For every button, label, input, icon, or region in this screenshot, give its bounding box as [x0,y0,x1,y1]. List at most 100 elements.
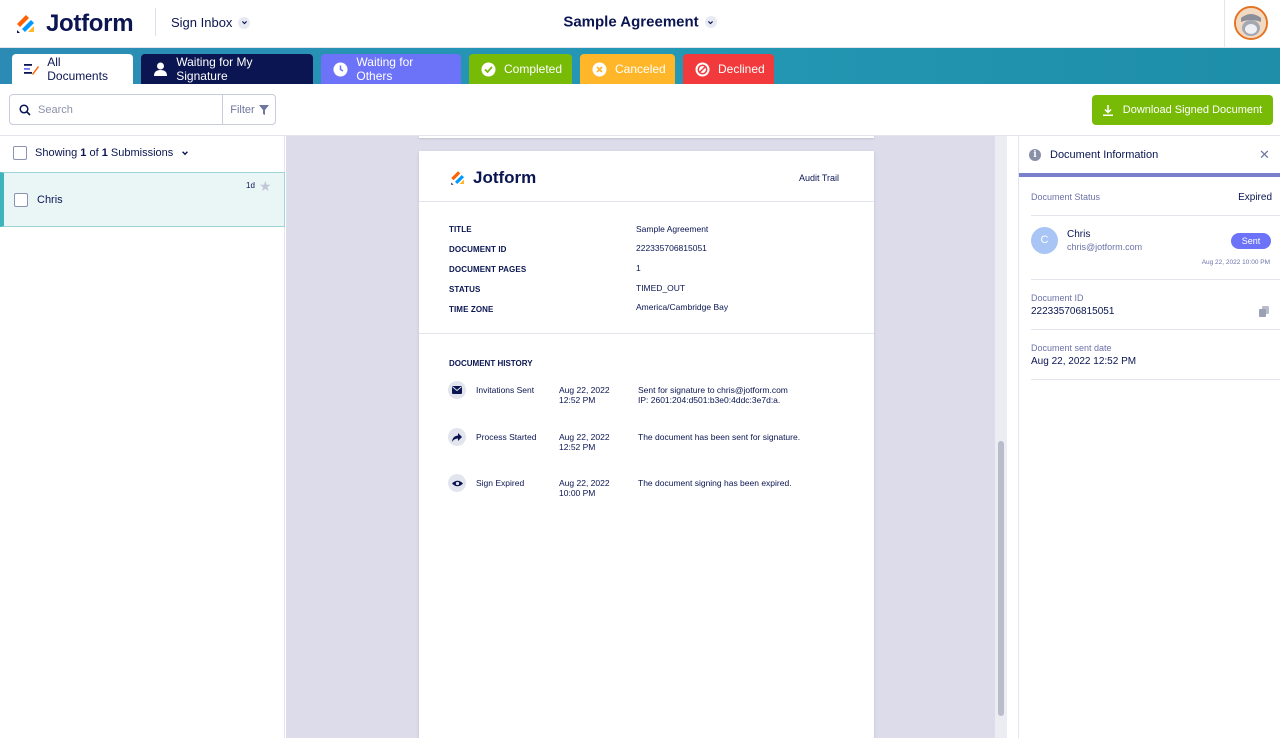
header-right-divider [1224,0,1225,48]
signer-avatar: C [1031,227,1058,254]
history-event: Process Started [476,432,537,442]
tab-label: Canceled [615,62,666,76]
submission-checkbox[interactable] [14,193,28,207]
x-circle-icon [592,61,607,77]
tab-label: Waiting for Others [356,55,414,83]
document-status-value: Expired [1238,192,1272,203]
download-signed-document-button[interactable]: Download Signed Document [1092,95,1273,125]
info-icon: i [1029,149,1041,161]
search-icon [19,103,31,121]
status-tabs-bar: All Documents Waiting for My Signature W… [0,48,1280,84]
chevron-down-icon [704,16,717,29]
tab-completed[interactable]: Completed [469,54,572,84]
document-sent-date-label: Document sent date [1031,343,1112,353]
document-sent-date-value: Aug 22, 2022 12:52 PM [1031,356,1137,367]
pen-list-icon [24,61,40,77]
submission-age: 1d [246,181,255,190]
document-title: Sample Agreement [563,13,699,31]
meta-value-document-pages: 1 [636,263,641,273]
envelope-icon [448,381,466,399]
ban-icon [695,61,710,77]
avatar-face-icon [1236,8,1266,38]
jotform-logo-icon [451,171,464,185]
filter-label: Filter [230,103,255,116]
previous-page [419,136,874,138]
toolbar: Filter Download Signed Document [0,84,1280,136]
search-input[interactable] [38,100,218,120]
divider [1031,279,1280,280]
signer-email: chris@jotform.com [1067,242,1143,252]
meta-label-time-zone: TIME ZONE [449,305,494,314]
audit-trail-page: Jotform Audit Trail TITLE Sample Agreeme… [419,151,874,738]
divider [419,201,874,202]
copy-icon[interactable] [1259,304,1269,322]
tab-all-documents[interactable]: All Documents [12,54,133,84]
header-accent-bar [1019,173,1280,177]
tab-label: All Documents [47,55,108,83]
document-information-panel: i Document Information ✕ Document Status… [1018,136,1280,738]
audit-trail-label: Audit Trail [799,173,840,183]
history-date: Aug 22, 2022 12:52 PM [559,385,610,405]
signer-date: Aug 22, 2022 10:00 PM [1201,259,1270,266]
funnel-icon [258,104,269,115]
tab-waiting-for-others[interactable]: Waiting for Others [321,54,461,84]
search-box: Filter [9,94,276,125]
tab-label: Completed [504,62,563,76]
meta-label-document-id: DOCUMENT ID [449,245,507,254]
document-id-value: 222335706815051 [1031,306,1115,317]
share-arrow-icon [448,428,466,446]
meta-label-status: STATUS [449,285,481,294]
document-status-label: Document Status [1031,192,1101,202]
meta-value-time-zone: America/Cambridge Bay [636,302,729,312]
history-event: Sign Expired [476,478,525,488]
info-panel-title: Document Information [1050,149,1159,161]
scrollbar-thumb[interactable] [998,441,1004,716]
download-icon [1102,104,1113,116]
filter-button[interactable]: Filter [222,95,276,124]
clock-icon [333,61,348,77]
page-logo-text: Jotform [473,168,537,187]
user-icon [153,61,168,77]
status-badge: Sent [1231,233,1271,249]
history-date: Aug 22, 2022 12:52 PM [559,432,610,452]
tab-waiting-for-my-signature[interactable]: Waiting for My Signature [141,54,313,84]
chevron-down-icon [182,151,189,156]
tab-label: Waiting for My Signature [176,55,253,83]
tab-label: Declined [718,62,765,76]
showing-submissions-dropdown[interactable]: Showing 1 of 1 Submissions [13,146,189,160]
document-title-dropdown[interactable]: Sample Agreement [0,13,1280,31]
history-description: Sent for signature to chris@jotform.com I… [638,385,788,405]
divider [1031,215,1280,216]
close-icon[interactable]: ✕ [1259,147,1270,163]
divider [1031,329,1280,330]
meta-label-document-pages: DOCUMENT PAGES [449,265,527,274]
document-viewer: Jotform Audit Trail TITLE Sample Agreeme… [286,136,1007,738]
download-label: Download Signed Document [1122,104,1263,116]
tab-canceled[interactable]: Canceled [580,54,675,84]
meta-value-document-id: 222335706815051 [636,243,707,253]
signer-name: Chris [1067,229,1091,240]
document-history-title: DOCUMENT HISTORY [449,359,533,368]
user-avatar[interactable] [1234,6,1268,40]
page-jotform-logo: Jotform [449,168,536,188]
info-panel-header: i Document Information ✕ [1019,136,1280,176]
history-event: Invitations Sent [476,385,535,395]
divider [1031,379,1280,380]
viewer-scrollbar[interactable] [995,136,1007,738]
select-all-checkbox[interactable] [13,146,27,160]
submission-name: Chris [37,194,63,206]
showing-text: Showing 1 of 1 Submissions [35,147,174,159]
star-icon[interactable]: ★ [259,178,272,195]
eye-icon [448,474,466,492]
tab-declined[interactable]: Declined [683,54,774,84]
meta-label-title: TITLE [449,225,472,234]
history-date: Aug 22, 2022 10:00 PM [559,478,610,498]
divider [419,333,874,334]
submission-row[interactable]: Chris 1d ★ [0,172,285,227]
submissions-panel: Showing 1 of 1 Submissions Chris 1d ★ [0,136,285,738]
meta-value-title: Sample Agreement [636,224,709,234]
history-description: The document has been sent for signature… [638,432,801,442]
history-description: The document signing has been expired. [638,478,792,488]
document-id-label: Document ID [1031,293,1084,303]
meta-value-status: TIMED_OUT [636,283,686,293]
